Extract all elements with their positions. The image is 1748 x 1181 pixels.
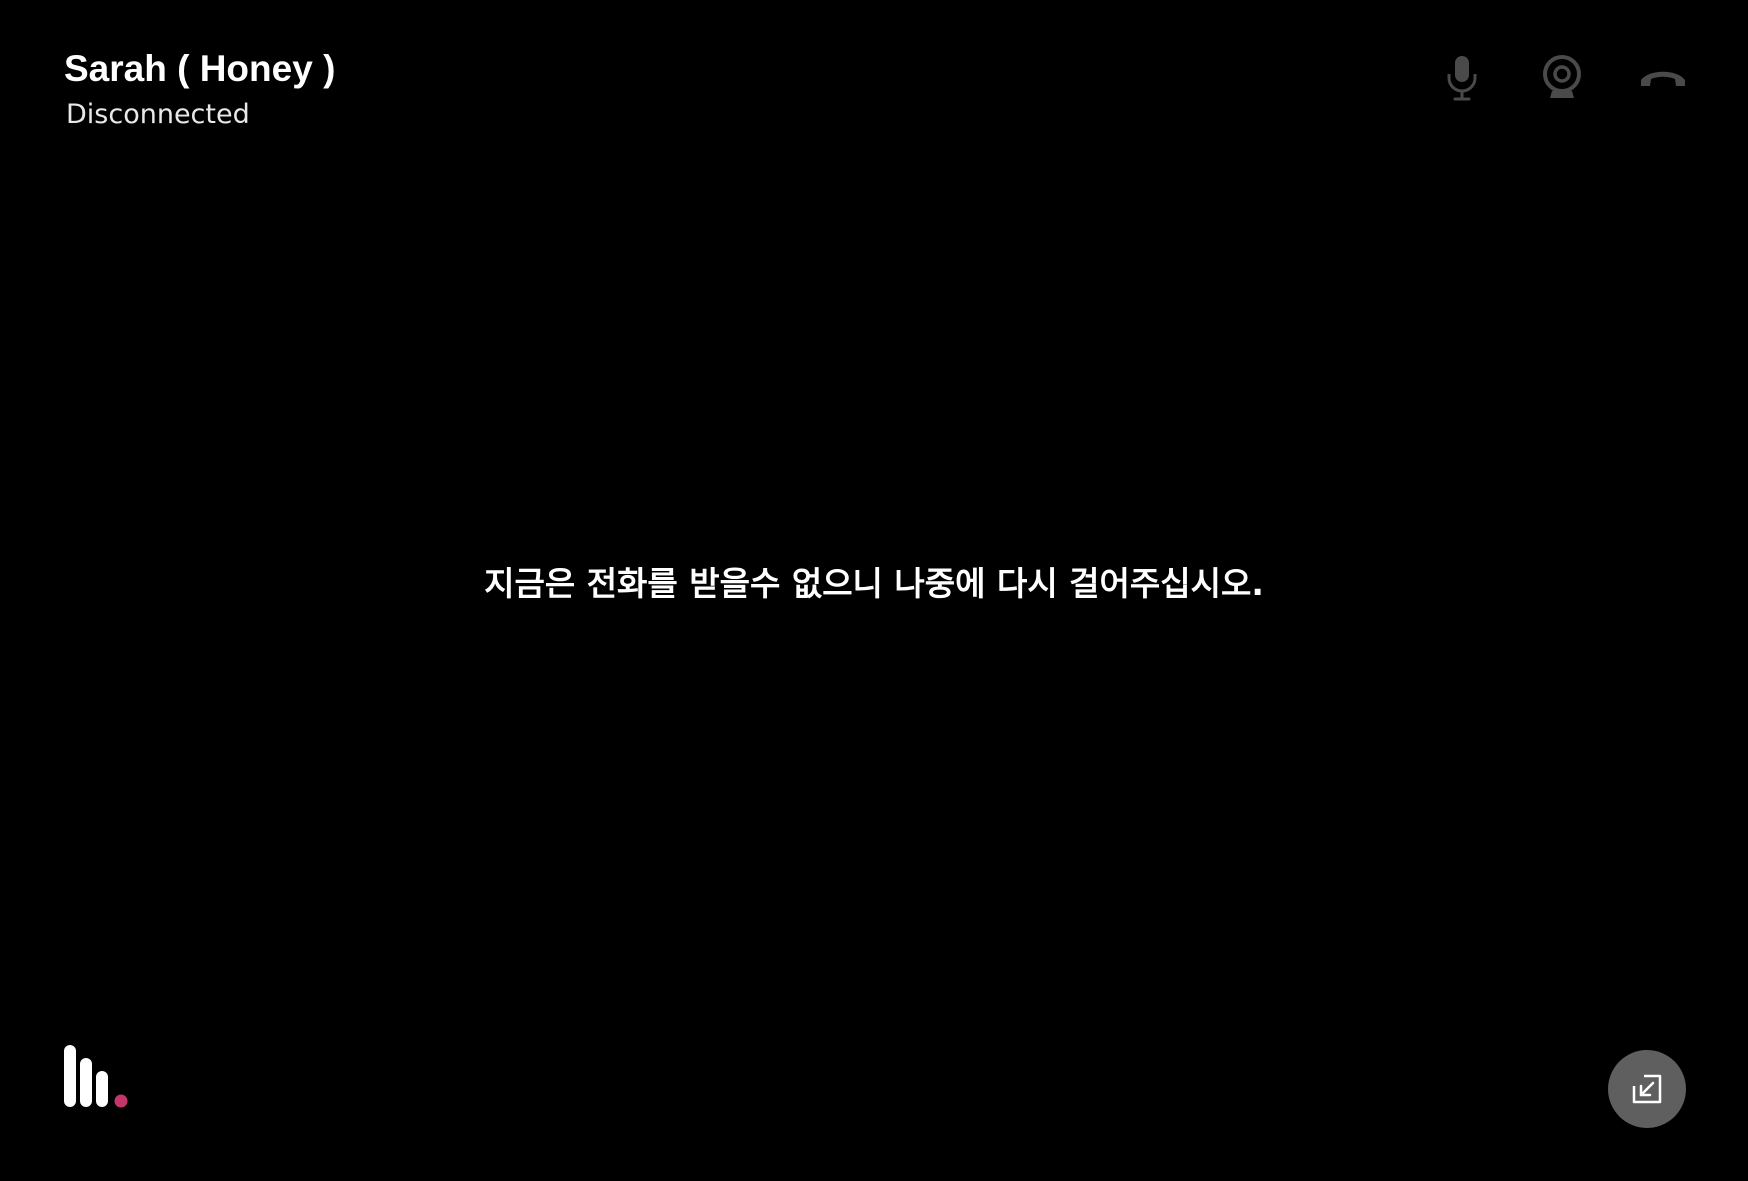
contact-name: Sarah ( Honey )	[64, 48, 336, 89]
call-status: Disconnected	[66, 99, 250, 130]
arrow-down-left-minimize-icon	[1632, 1074, 1662, 1104]
end-call-button[interactable]	[1626, 48, 1700, 108]
hang-up-phone-icon	[1641, 71, 1685, 86]
webcam-icon	[1543, 55, 1581, 98]
call-unavailable-message: 지금은 전화를 받을수 없으니 나중에 다시 걸어주십시오.	[484, 564, 1264, 603]
microphone-icon	[1447, 56, 1477, 101]
app-logo-bars-icon	[64, 1045, 128, 1108]
call-controls	[1430, 48, 1700, 108]
camera-button[interactable]	[1530, 48, 1594, 108]
call-header: Sarah ( Honey ) Disconnected	[64, 46, 335, 135]
mic-button[interactable]	[1430, 48, 1494, 108]
minimize-button[interactable]	[1608, 1050, 1686, 1128]
app-logo	[64, 1044, 130, 1110]
